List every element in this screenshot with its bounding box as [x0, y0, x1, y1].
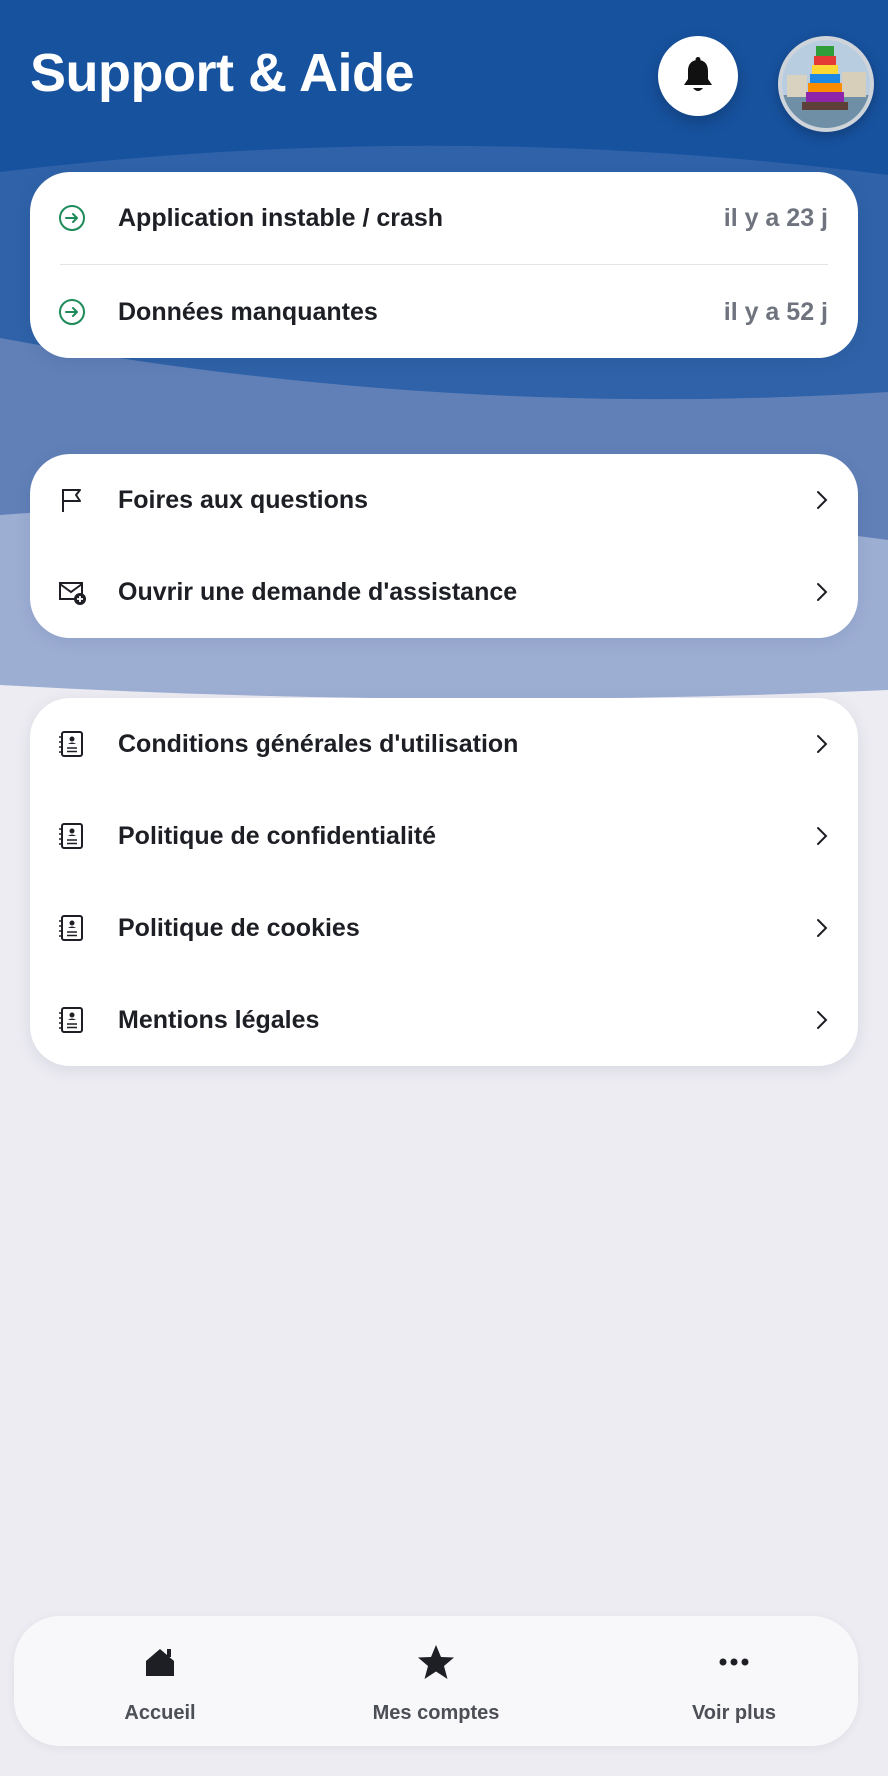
support-request-label: Ouvrir une demande d'assistance [118, 578, 518, 606]
document-list-icon [59, 915, 83, 941]
nav-label: Mes comptes [372, 1702, 500, 1724]
nav-tab-more[interactable]: Voir plus [634, 1616, 834, 1746]
star-icon [418, 1645, 454, 1679]
support-request-item[interactable]: Ouvrir une demande d'assistance [30, 546, 858, 638]
faq-item[interactable]: Foires aux questions [30, 454, 858, 546]
profile-avatar[interactable] [778, 36, 874, 132]
legal-label: Politique de cookies [118, 914, 360, 942]
chevron-right-icon [817, 919, 828, 937]
arrow-circle-right-icon [59, 205, 85, 231]
legal-label: Politique de confidentialité [118, 822, 437, 850]
legal-item-terms[interactable]: Conditions générales d'utilisation [30, 698, 858, 790]
ticket-age: il y a 23 j [723, 204, 828, 232]
faq-label: Foires aux questions [118, 486, 369, 514]
ticket-age: il y a 52 j [723, 298, 828, 326]
chevron-right-icon [817, 491, 828, 509]
bottom-navigation: Accueil Mes comptes Voir plus [14, 1616, 858, 1746]
ticket-row[interactable]: Application instable / crash il y a 23 j [30, 172, 858, 264]
recent-tickets-card: Application instable / crash il y a 23 j… [30, 172, 858, 358]
more-icon [719, 1658, 749, 1666]
legal-card: Conditions générales d'utilisation Polit… [30, 698, 858, 1066]
flag-icon [62, 489, 81, 512]
chevron-right-icon [817, 827, 828, 845]
nav-label: Accueil [124, 1702, 196, 1724]
legal-label: Conditions générales d'utilisation [118, 730, 519, 758]
mail-add-icon [59, 582, 86, 605]
notifications-button[interactable] [658, 36, 738, 116]
legal-item-notices[interactable]: Mentions légales [30, 974, 858, 1066]
nav-tab-accounts[interactable]: Mes comptes [336, 1616, 536, 1746]
divider [60, 264, 828, 265]
ticket-title: Données manquantes [118, 298, 378, 326]
nav-tab-home[interactable]: Accueil [60, 1616, 260, 1746]
legal-item-privacy[interactable]: Politique de confidentialité [30, 790, 858, 882]
page-title: Support & Aide [30, 43, 414, 103]
chevron-right-icon [817, 735, 828, 753]
ticket-title: Application instable / crash [118, 204, 444, 232]
document-list-icon [59, 731, 83, 757]
ticket-row[interactable]: Données manquantes il y a 52 j [30, 266, 858, 358]
home-icon [146, 1649, 174, 1676]
nav-label: Voir plus [691, 1702, 777, 1724]
document-list-icon [59, 1007, 83, 1033]
bell-icon [684, 57, 712, 91]
legal-label: Mentions légales [118, 1006, 320, 1034]
chevron-right-icon [817, 583, 828, 601]
arrow-circle-right-icon [59, 299, 85, 325]
help-card: Foires aux questions Ouvrir une demande … [30, 454, 858, 638]
legal-item-cookies[interactable]: Politique de cookies [30, 882, 858, 974]
document-list-icon [59, 823, 83, 849]
chevron-right-icon [817, 1011, 828, 1029]
avatar-image [782, 40, 870, 128]
